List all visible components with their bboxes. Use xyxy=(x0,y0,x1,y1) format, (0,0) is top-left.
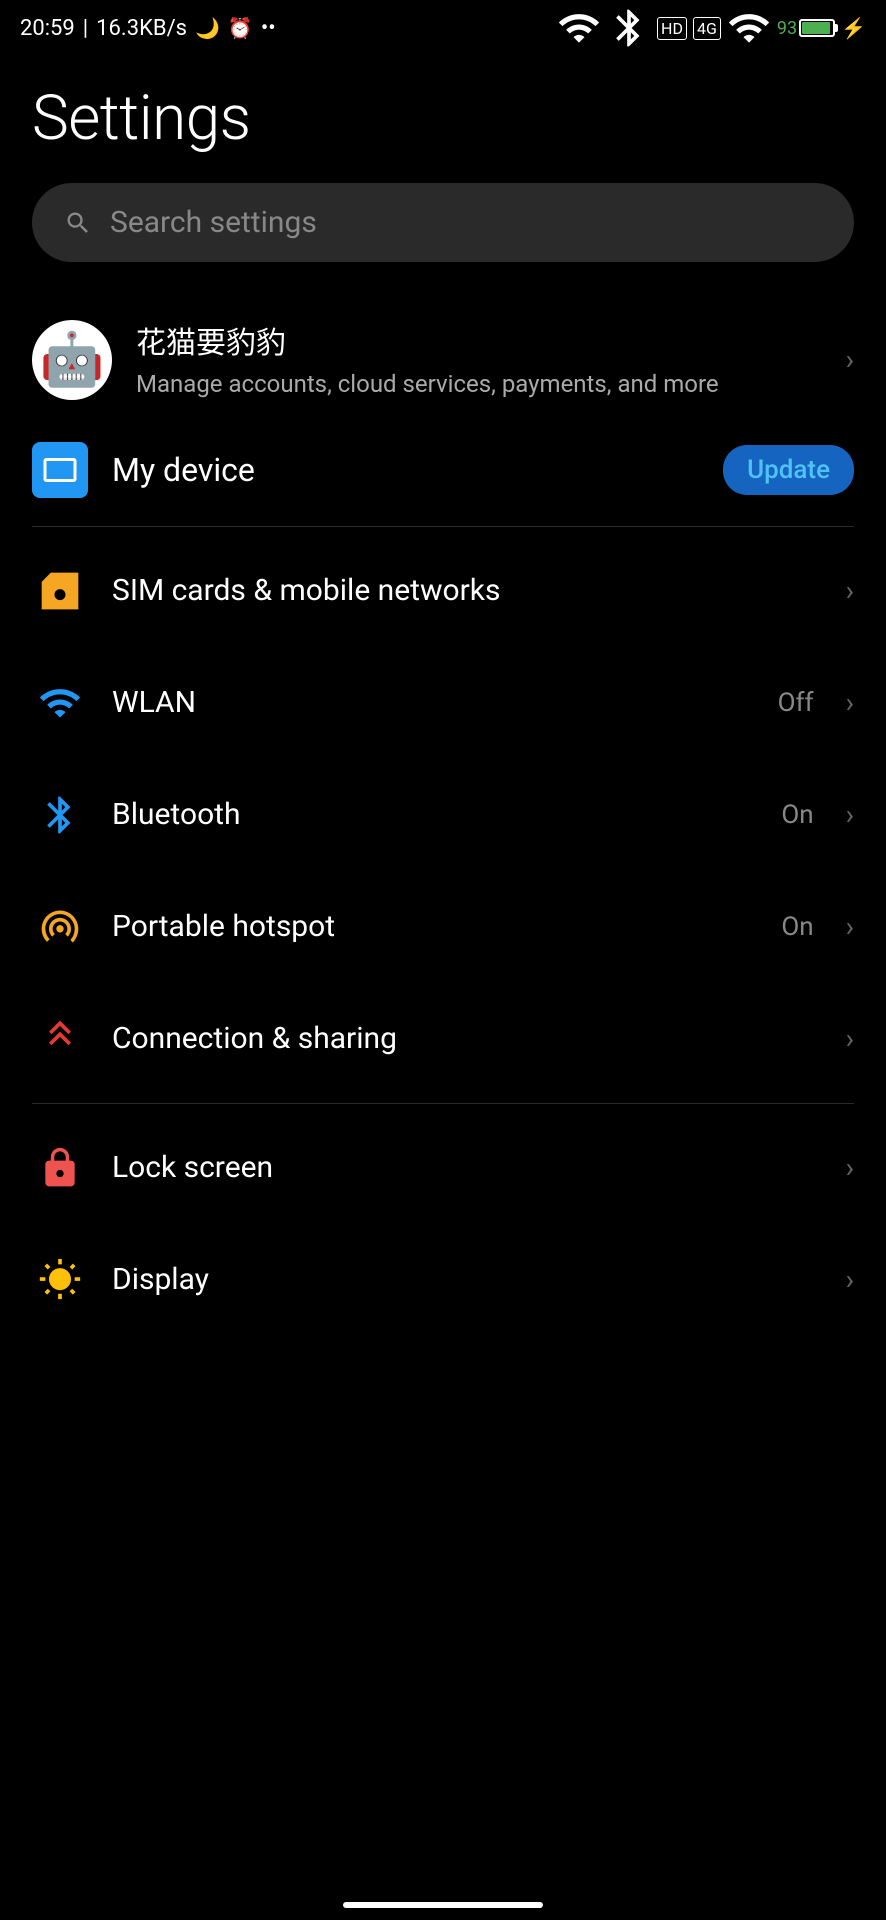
hotspot-chevron-icon: › xyxy=(846,910,854,943)
connection-chevron-icon: › xyxy=(846,1022,854,1055)
wlan-label: WLAN xyxy=(112,685,754,720)
4g-badge: 4G xyxy=(693,17,721,40)
display-chevron-icon: › xyxy=(846,1263,854,1296)
update-badge[interactable]: Update xyxy=(723,445,854,495)
lock-screen-label: Lock screen xyxy=(112,1150,822,1185)
network-speed: | xyxy=(83,16,88,41)
hd-badge: HD xyxy=(657,17,687,40)
lock-settings-icon xyxy=(38,1146,82,1190)
lock-screen-item[interactable]: Lock screen › xyxy=(32,1112,854,1224)
wlan-item[interactable]: WLAN Off › xyxy=(32,647,854,759)
bluetooth-item[interactable]: Bluetooth On › xyxy=(32,759,854,871)
connection-label: Connection & sharing xyxy=(112,1021,822,1056)
connection-item[interactable]: Connection & sharing › xyxy=(32,983,854,1095)
battery-level: 93 xyxy=(777,18,797,39)
do-not-disturb-icon: 🌙 xyxy=(195,16,220,40)
status-left: 20:59 | 16.3KB/s 🌙 ⏰ •• xyxy=(20,16,276,41)
device-icon xyxy=(32,442,88,498)
hotspot-settings-icon xyxy=(38,905,82,949)
main-content: Settings Search settings 🤖 花猫要豹豹 Manage … xyxy=(0,82,886,1336)
wifi-icon xyxy=(557,6,601,50)
connection-icon xyxy=(32,1011,88,1067)
bluetooth-icon-settings xyxy=(38,793,82,837)
lock-chevron-icon: › xyxy=(846,1151,854,1184)
display-icon xyxy=(32,1252,88,1308)
hotspot-label: Portable hotspot xyxy=(112,909,757,944)
hotspot-icon xyxy=(32,899,88,955)
charging-icon: ⚡ xyxy=(841,16,866,40)
search-bar[interactable]: Search settings xyxy=(32,183,854,262)
tablet-icon xyxy=(42,452,78,488)
divider-2 xyxy=(32,1103,854,1104)
sim-cards-icon xyxy=(38,569,82,613)
divider-1 xyxy=(32,526,854,527)
bluetooth-icon xyxy=(607,6,651,50)
hotspot-status: On xyxy=(781,912,813,942)
my-device-item[interactable]: My device Update xyxy=(32,422,854,518)
wlan-status: Off xyxy=(778,688,814,718)
more-icon: •• xyxy=(261,16,276,41)
battery-indicator: 93 xyxy=(777,18,835,39)
sim-cards-item[interactable]: SIM cards & mobile networks › xyxy=(32,535,854,647)
display-settings-icon xyxy=(38,1258,82,1302)
sim-icon xyxy=(32,563,88,619)
account-item[interactable]: 🤖 花猫要豹豹 Manage accounts, cloud services,… xyxy=(32,298,854,422)
account-info: 花猫要豹豹 Manage accounts, cloud services, p… xyxy=(136,318,822,402)
bluetooth-label: Bluetooth xyxy=(112,797,757,832)
wifi-settings-icon xyxy=(38,681,82,725)
lock-icon xyxy=(32,1140,88,1196)
time: 20:59 xyxy=(20,16,75,41)
home-indicator[interactable] xyxy=(343,1902,543,1908)
android-icon: 🤖 xyxy=(40,329,105,390)
wlan-icon xyxy=(32,675,88,731)
status-right: HD 4G 93 ⚡ xyxy=(557,6,866,50)
network-speed-value: 16.3KB/s xyxy=(96,16,187,41)
signal-icon xyxy=(727,6,771,50)
display-item[interactable]: Display › xyxy=(32,1224,854,1336)
search-input[interactable]: Search settings xyxy=(110,205,317,240)
avatar: 🤖 xyxy=(32,320,112,400)
account-description: Manage accounts, cloud services, payment… xyxy=(136,368,822,402)
bluetooth-chevron-icon: › xyxy=(846,798,854,831)
connection-settings-icon xyxy=(38,1017,82,1061)
sim-label: SIM cards & mobile networks xyxy=(112,573,822,608)
status-bar: 20:59 | 16.3KB/s 🌙 ⏰ •• HD 4G 93 xyxy=(0,0,886,52)
display-label: Display xyxy=(112,1262,822,1297)
sim-chevron-icon: › xyxy=(846,574,854,607)
bluetooth-status: On xyxy=(781,800,813,830)
wlan-chevron-icon: › xyxy=(846,686,854,719)
search-icon xyxy=(64,209,92,237)
alarm-icon: ⏰ xyxy=(228,16,253,40)
account-name: 花猫要豹豹 xyxy=(136,318,822,362)
hotspot-item[interactable]: Portable hotspot On › xyxy=(32,871,854,983)
account-chevron-icon: › xyxy=(846,343,854,376)
bluetooth-settings-icon xyxy=(32,787,88,843)
device-label: My device xyxy=(112,451,699,489)
page-title: Settings xyxy=(32,82,854,155)
